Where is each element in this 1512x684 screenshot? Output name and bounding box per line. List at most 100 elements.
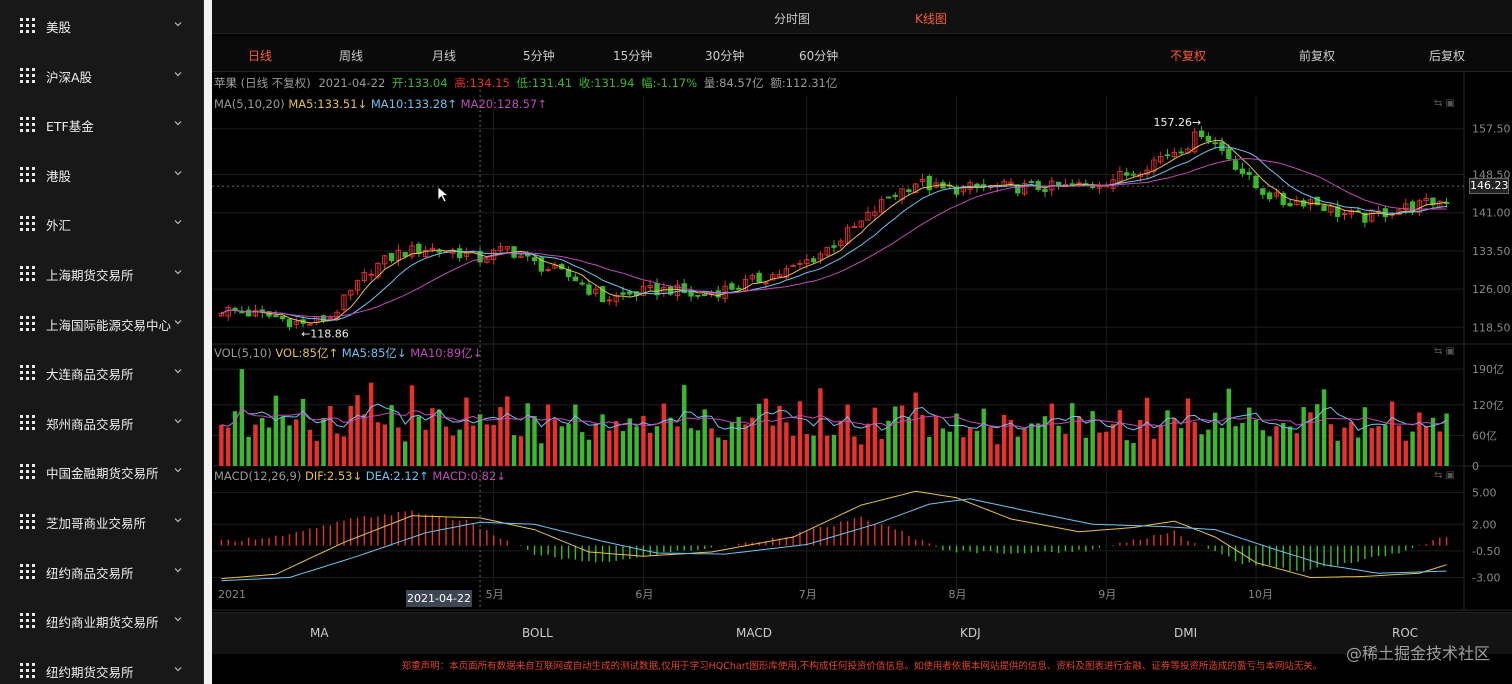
- volume-bar: [341, 436, 347, 466]
- sidebar-item[interactable]: 大连商品交易所: [0, 347, 204, 397]
- ma-title[interactable]: MA(5,10,20): [214, 97, 285, 111]
- volume-bar: [518, 436, 524, 466]
- volume-bar: [688, 428, 694, 466]
- sidebar-item[interactable]: 上海期货交易所: [0, 248, 204, 298]
- macd-tools-icon[interactable]: ⇆ ▣: [1434, 470, 1455, 481]
- indicator-roc[interactable]: ROC: [1392, 626, 1418, 640]
- chevron-down-icon[interactable]: [174, 119, 182, 127]
- kline-chart-canvas[interactable]: 157.50148.50141.00133.50126.00118.50190亿…: [212, 0, 1512, 612]
- chevron-down-icon[interactable]: [174, 268, 182, 276]
- quote-amount: 额:112.31亿: [770, 76, 838, 90]
- candle-body: [810, 258, 817, 263]
- chevron-down-icon[interactable]: [174, 169, 182, 177]
- volume-bar: [1369, 428, 1374, 466]
- grid-icon: [20, 414, 35, 430]
- volume-bar: [777, 405, 782, 466]
- volume-tick-label: 60亿: [1472, 429, 1497, 442]
- market-sidebar: 美股沪深A股 ETF基金 港股 外汇 上海期货交易所 上海国际能源交易中心 大连商品交易所郑…: [0, 0, 204, 684]
- indicator-kdj[interactable]: KDJ: [960, 626, 981, 640]
- chevron-down-icon[interactable]: [174, 70, 182, 78]
- volume-bar: [1192, 421, 1197, 466]
- volume-bar: [804, 434, 809, 466]
- sidebar-item-label: 纽约商业期货交易所: [46, 615, 159, 631]
- candle-body: [1266, 192, 1273, 200]
- sidebar-item-label: 纽约商品交易所: [46, 565, 134, 581]
- volume-bar: [709, 428, 714, 466]
- volume-bar: [266, 427, 272, 466]
- sidebar-item-label: 沪深A股: [46, 69, 93, 85]
- candle-body: [620, 292, 626, 295]
- volume-bar: [464, 397, 469, 466]
- volume-bar: [1063, 433, 1068, 466]
- vol-title[interactable]: VOL(5,10): [214, 346, 272, 360]
- volume-bar: [1226, 388, 1231, 466]
- sidebar-item[interactable]: 纽约商业期货交易所: [0, 595, 204, 645]
- sidebar-item[interactable]: 纽约商品交易所: [0, 546, 204, 596]
- chevron-down-icon[interactable]: [174, 466, 182, 474]
- chevron-down-icon[interactable]: [174, 20, 182, 28]
- sidebar-item[interactable]: 美股: [0, 0, 204, 50]
- vol-tools-icon[interactable]: ⇆ ▣: [1434, 346, 1455, 357]
- chevron-down-icon[interactable]: [174, 367, 182, 375]
- candle-body: [1232, 160, 1239, 170]
- quote-close: 收:131.94: [578, 76, 635, 90]
- volume-bar: [1199, 434, 1204, 466]
- sidebar-item[interactable]: 芝加哥商业交易所: [0, 496, 204, 546]
- ma-legend: MA(5,10,20) MA5:133.51↓ MA10:133.28↑ MA2…: [214, 97, 547, 111]
- candle-body: [1239, 168, 1246, 174]
- volume-bar: [1070, 403, 1075, 466]
- candle-body: [729, 283, 735, 290]
- sidebar-item[interactable]: 外汇: [0, 198, 204, 248]
- volume-bar: [1315, 404, 1320, 466]
- dif-value: DIF:2.53↓: [305, 469, 363, 483]
- disclaimer-text: 郑重声明：本页面所有数据来自互联网或自动生成的测试数据,仅用于学习HQChart…: [401, 661, 1323, 672]
- macd-tick-label: 2.00: [1472, 518, 1497, 531]
- chevron-down-icon[interactable]: [174, 516, 182, 524]
- chevron-down-icon[interactable]: [174, 566, 182, 574]
- volume-bar: [1376, 426, 1381, 466]
- macd-tick-label: 5.00: [1472, 486, 1497, 499]
- volume-bar: [872, 407, 878, 466]
- candle-body: [654, 283, 660, 296]
- sidebar-item[interactable]: 沪深A股: [0, 50, 204, 100]
- indicator-boll[interactable]: BOLL: [522, 626, 553, 640]
- sidebar-item[interactable]: 港股: [0, 149, 204, 199]
- grid-icon: [20, 216, 35, 232]
- sidebar-item[interactable]: 中国金融期货交易所: [0, 446, 204, 496]
- month-label: 10月: [1248, 588, 1273, 601]
- indicator-ma[interactable]: MA: [310, 626, 329, 640]
- sidebar-item[interactable]: ETF基金: [0, 99, 204, 149]
- macd-legend: MACD(12,26,9) DIF:2.53↓ DEA:2.12↑ MACD:0…: [214, 469, 506, 483]
- volume-bar: [1355, 437, 1361, 466]
- volume-bar: [287, 425, 292, 466]
- kline-tools-icon[interactable]: ⇆ ▣: [1434, 98, 1455, 109]
- chevron-down-icon[interactable]: [174, 615, 182, 623]
- candle-body: [627, 291, 633, 295]
- grid-icon: [20, 315, 35, 331]
- volume-bar: [899, 405, 905, 466]
- volume-bar: [1281, 423, 1286, 466]
- chevron-down-icon[interactable]: [174, 318, 182, 326]
- volume-bar: [491, 424, 496, 466]
- max-price-label: 157.26→: [1154, 116, 1202, 129]
- price-tick-label: 118.50: [1472, 321, 1511, 334]
- chevron-down-icon[interactable]: [174, 665, 182, 673]
- volume-bar: [511, 435, 517, 466]
- volume-bar: [1260, 430, 1266, 466]
- volume-bar: [668, 417, 673, 466]
- chevron-down-icon[interactable]: [174, 218, 182, 226]
- volume-bar: [1124, 440, 1129, 466]
- chevron-down-icon[interactable]: [174, 417, 182, 425]
- sidebar-item[interactable]: 郑州商品交易所: [0, 397, 204, 447]
- sidebar-item[interactable]: 纽约期货交易所: [0, 645, 204, 684]
- indicator-macd[interactable]: MACD: [736, 626, 772, 640]
- sidebar-scrollbar[interactable]: [204, 0, 212, 684]
- macd-title[interactable]: MACD(12,26,9): [214, 469, 301, 483]
- volume-bar: [756, 403, 762, 466]
- candle-body: [715, 290, 721, 298]
- sidebar-item[interactable]: 上海国际能源交易中心: [0, 298, 204, 348]
- volume-bar: [1362, 407, 1368, 466]
- min-price-label: ←118.86: [301, 327, 349, 340]
- indicator-dmi[interactable]: DMI: [1174, 626, 1197, 640]
- volume-bar: [811, 435, 816, 466]
